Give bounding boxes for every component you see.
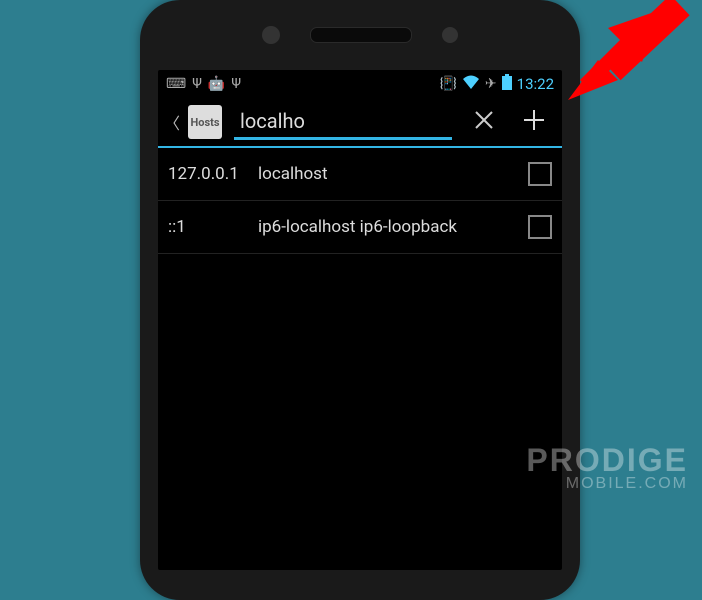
status-right: 📳 ✈ 13:22 — [439, 74, 554, 94]
app-bar: 〈 Hosts localho — [158, 98, 562, 146]
ip-address: 127.0.0.1 — [168, 164, 258, 184]
hostname: ip6-localhost ip6-loopback — [258, 217, 528, 237]
ip-address: ::1 — [168, 217, 258, 237]
row-checkbox[interactable] — [528, 215, 552, 239]
clock-time: 13:22 — [517, 75, 554, 93]
annotation-arrow — [565, 0, 702, 120]
watermark: PRODIGE MOBILE.COM — [526, 444, 688, 492]
android-icon: 🤖 — [208, 76, 225, 92]
search-input[interactable]: localho — [234, 105, 452, 140]
list-item[interactable]: ::1 ip6-localhost ip6-loopback — [158, 201, 562, 254]
status-bar: ⌨ Ψ 🤖 Ψ 📳 ✈ 13:22 — [158, 70, 562, 98]
plus-icon — [522, 108, 546, 132]
status-left: ⌨ Ψ 🤖 Ψ — [166, 76, 241, 92]
clear-search-button[interactable] — [464, 102, 504, 142]
sensor — [442, 27, 458, 43]
usb-icon: Ψ — [231, 76, 241, 92]
hostname: localhost — [258, 164, 528, 184]
row-checkbox[interactable] — [528, 162, 552, 186]
phone-frame: ⌨ Ψ 🤖 Ψ 📳 ✈ 13:22 〈 Hosts localho — [140, 0, 580, 600]
keyboard-icon: ⌨ — [166, 76, 186, 92]
airplane-icon: ✈ — [485, 76, 497, 92]
watermark-line1: PRODIGE — [526, 444, 688, 476]
vibrate-icon: 📳 — [439, 76, 456, 92]
wifi-icon — [462, 75, 480, 93]
watermark-line2: MOBILE.COM — [526, 476, 688, 492]
earpiece-speaker — [310, 27, 412, 43]
back-button[interactable]: 〈 — [164, 110, 180, 134]
list-item[interactable]: 127.0.0.1 localhost — [158, 148, 562, 201]
usb-icon: Ψ — [192, 76, 202, 92]
hosts-list: 127.0.0.1 localhost ::1 ip6-localhost ip… — [158, 148, 562, 570]
add-button[interactable] — [512, 103, 556, 142]
battery-icon — [502, 74, 512, 94]
camera — [262, 26, 280, 44]
app-icon[interactable]: Hosts — [188, 105, 222, 139]
screen: ⌨ Ψ 🤖 Ψ 📳 ✈ 13:22 〈 Hosts localho — [158, 70, 562, 570]
close-icon — [474, 110, 494, 130]
phone-top — [140, 0, 580, 70]
